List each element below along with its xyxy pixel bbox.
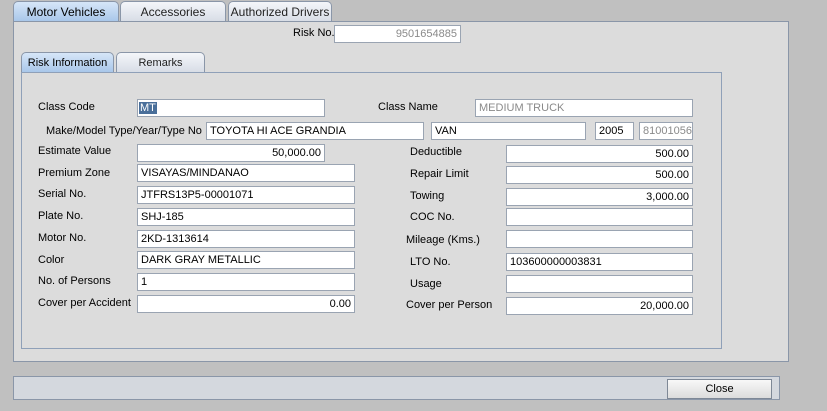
plate-no-label: Plate No. [38,210,84,222]
lto-no-field[interactable]: 103600000003831 [506,253,693,271]
class-code-field[interactable]: MT [137,99,325,117]
serial-no-field[interactable]: JTFRS13P5-00001071 [137,186,355,204]
risk-no-label: Risk No. [293,27,335,39]
deductible-field[interactable]: 500.00 [506,145,693,163]
deductible-label: Deductible [410,146,462,158]
serial-no-label: Serial No. [38,188,87,200]
usage-field[interactable] [506,275,693,293]
mileage-field[interactable] [506,230,693,248]
color-label: Color [38,254,65,266]
tab-motor-vehicles[interactable]: Motor Vehicles [13,1,119,21]
risk-no-field[interactable]: 9501654885 [334,25,461,43]
class-code-value: MT [139,102,157,114]
coc-no-label: COC No. [410,211,455,223]
cover-per-accident-field[interactable]: 0.00 [137,295,355,313]
cover-per-accident-label: Cover per Accident [38,297,131,309]
usage-label: Usage [410,278,442,290]
repair-limit-field[interactable]: 500.00 [506,166,693,184]
lto-no-label: LTO No. [410,256,451,268]
class-name-field[interactable]: MEDIUM TRUCK [475,99,693,117]
premium-zone-label: Premium Zone [38,167,111,179]
tab-authorized-drivers[interactable]: Authorized Drivers [228,1,332,21]
make-model-field[interactable]: TOYOTA HI ACE GRANDIA [206,122,424,140]
status-bar [13,376,780,400]
no-of-persons-field[interactable]: 1 [137,273,355,291]
motor-no-label: Motor No. [38,232,87,244]
cover-per-person-field[interactable]: 20,000.00 [506,297,693,315]
year-field[interactable]: 2005 [595,122,634,140]
premium-zone-field[interactable]: VISAYAS/MINDANAO [137,164,355,182]
motor-no-field[interactable]: 2KD-1313614 [137,230,355,248]
close-button[interactable]: Close [667,379,772,399]
type-no-field[interactable]: 810010560 [639,122,693,140]
towing-label: Towing [410,190,445,202]
no-of-persons-label: No. of Persons [38,275,111,287]
estimate-value-field[interactable]: 50,000.00 [137,144,325,162]
plate-no-field[interactable]: SHJ-185 [137,208,355,226]
coc-no-field[interactable] [506,208,693,226]
tab-accessories[interactable]: Accessories [120,1,226,21]
class-name-label: Class Name [378,101,438,113]
mileage-label: Mileage (Kms.) [406,234,480,246]
estimate-value-label: Estimate Value [38,145,112,157]
make-model-label: Make/Model Type/Year/Type No : [46,125,209,137]
tab-risk-information[interactable]: Risk Information [21,52,114,72]
tab-remarks[interactable]: Remarks [116,52,205,72]
cover-per-person-label: Cover per Person [406,299,493,311]
class-code-label: Class Code [38,101,95,113]
vehicle-type-field[interactable]: VAN [431,122,586,140]
color-field[interactable]: DARK GRAY METALLIC [137,251,355,269]
towing-field[interactable]: 3,000.00 [506,188,693,206]
repair-limit-label: Repair Limit [410,168,469,180]
